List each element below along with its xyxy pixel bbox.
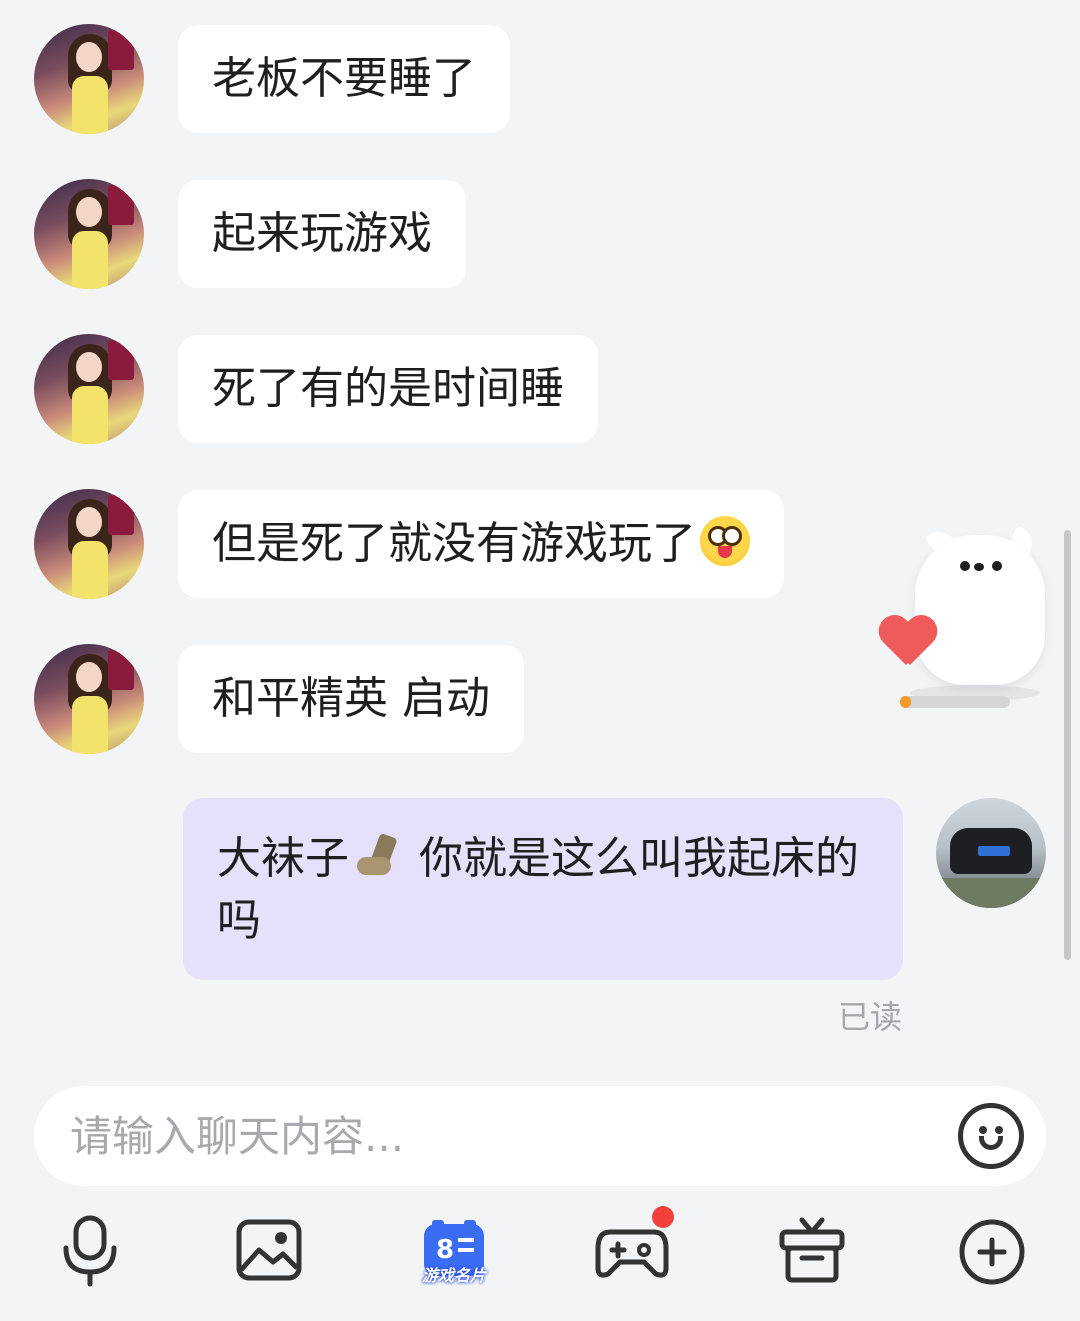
sender-avatar[interactable] (34, 179, 144, 289)
incoming-message-bubble[interactable]: 老板不要睡了 (178, 25, 510, 133)
image-icon[interactable] (229, 1210, 309, 1290)
message-row: 死了有的是时间睡 (0, 334, 1080, 444)
emoji-picker-icon[interactable] (958, 1103, 1024, 1169)
heart-icon (878, 617, 938, 673)
incoming-message-bubble[interactable]: 但是死了就没有游戏玩了 (178, 490, 784, 598)
add-icon[interactable] (952, 1210, 1032, 1290)
chat-input[interactable] (70, 1086, 950, 1186)
game-card-label: 游戏名片 (421, 1266, 486, 1285)
message-text-part: 你就是这么叫我起床的 (405, 833, 859, 884)
message-text-part: 大袜子 (217, 833, 349, 884)
message-text: 和平精英 启动 (212, 673, 490, 724)
message-text: 但是死了就没有游戏玩了 (212, 518, 696, 569)
message-text: 起来玩游戏 (212, 208, 432, 259)
sender-avatar[interactable] (34, 644, 144, 754)
mascot-widget[interactable] (860, 524, 1060, 715)
incoming-message-bubble[interactable]: 和平精英 启动 (178, 645, 524, 753)
sock-emoji-icon (353, 832, 401, 881)
gift-icon[interactable] (772, 1210, 852, 1290)
svg-text:8: 8 (436, 1235, 454, 1265)
outgoing-message-bubble[interactable]: 大袜子 你就是这么叫我起床的吗 (183, 798, 903, 980)
microphone-icon[interactable] (50, 1210, 130, 1290)
chat-input-bar (34, 1086, 1046, 1186)
scrollbar[interactable] (1064, 530, 1071, 960)
sender-avatar[interactable] (34, 489, 144, 599)
my-avatar[interactable] (936, 798, 1046, 908)
read-status: 已读 (838, 998, 903, 1036)
notification-badge (652, 1206, 674, 1228)
widget-progress-bar (900, 696, 1010, 708)
message-row: 起来玩游戏 (0, 179, 1080, 289)
message-text: 老板不要睡了 (212, 53, 476, 104)
incoming-message-bubble[interactable]: 起来玩游戏 (178, 180, 466, 288)
sender-avatar[interactable] (34, 334, 144, 444)
message-text-part: 吗 (217, 895, 261, 946)
surprised-face-emoji-icon (700, 516, 750, 566)
message-row: 老板不要睡了 (0, 24, 1080, 134)
sender-avatar[interactable] (34, 24, 144, 134)
message-text: 死了有的是时间睡 (212, 363, 564, 414)
incoming-message-bubble[interactable]: 死了有的是时间睡 (178, 335, 598, 443)
bottom-toolbar: 8 (0, 1210, 1080, 1300)
